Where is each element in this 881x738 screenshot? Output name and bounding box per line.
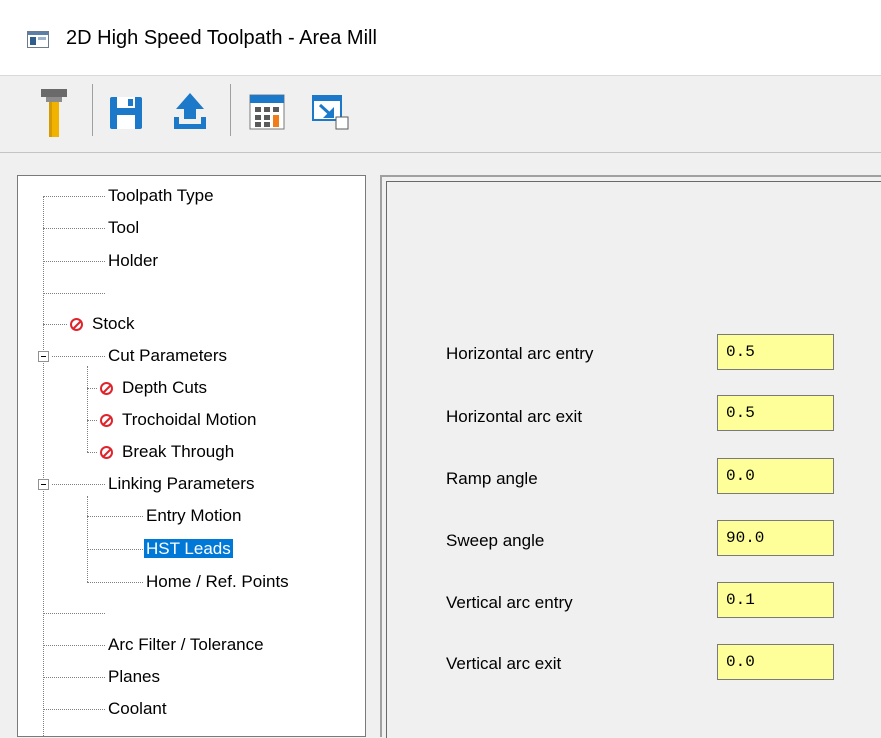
parameter-tree: Toolpath Type Tool Holder Stock Cut Para… xyxy=(17,175,366,737)
tree-line xyxy=(43,261,105,262)
tree-line xyxy=(87,388,97,389)
vertical-arc-exit-label: Vertical arc exit xyxy=(446,654,562,673)
vertical-arc-entry-input[interactable]: 0.1 xyxy=(717,582,834,618)
save-icon[interactable] xyxy=(106,83,146,139)
tree-line xyxy=(87,366,88,452)
tree-item-arc-filter-tolerance[interactable]: Arc Filter / Tolerance xyxy=(106,633,266,657)
horizontal-arc-entry-input[interactable]: 0.5 xyxy=(717,334,834,370)
tree-line xyxy=(52,356,105,357)
ramp-angle-label: Ramp angle xyxy=(446,469,538,488)
window-title: 2D High Speed Toolpath - Area Mill xyxy=(66,27,377,49)
title-bar: 2D High Speed Toolpath - Area Mill xyxy=(0,0,881,76)
toolbar xyxy=(0,76,881,153)
tree-line xyxy=(87,516,143,517)
tree-line xyxy=(87,420,97,421)
tree-item-linking-parameters[interactable]: Linking Parameters xyxy=(106,472,256,496)
toolbar-separator xyxy=(92,84,93,136)
tree-line xyxy=(87,582,143,583)
tree-line xyxy=(43,196,44,736)
tree-line xyxy=(43,324,67,325)
tree-item-home-ref-points[interactable]: Home / Ref. Points xyxy=(144,570,291,594)
tree-line xyxy=(43,293,105,294)
horizontal-arc-exit-input[interactable]: 0.5 xyxy=(717,395,834,431)
error-icon xyxy=(100,382,113,396)
ramp-angle-input[interactable]: 0.0 xyxy=(717,458,834,494)
tree-line xyxy=(87,549,143,550)
tree-line xyxy=(87,452,97,453)
collapse-toggle-icon[interactable] xyxy=(38,479,49,490)
tree-item-holder[interactable]: Holder xyxy=(106,249,160,273)
error-icon xyxy=(100,414,113,428)
tree-line xyxy=(43,645,105,646)
upload-icon[interactable] xyxy=(170,83,210,139)
error-icon xyxy=(70,318,83,332)
tree-item-tool[interactable]: Tool xyxy=(106,216,141,240)
tree-item-entry-motion[interactable]: Entry Motion xyxy=(144,504,243,528)
horizontal-arc-entry-label: Horizontal arc entry xyxy=(446,344,594,363)
sweep-angle-label: Sweep angle xyxy=(446,531,545,550)
sweep-angle-input[interactable]: 90.0 xyxy=(717,520,834,556)
calculator-icon[interactable] xyxy=(247,83,287,139)
horizontal-arc-exit-label: Horizontal arc exit xyxy=(446,407,583,426)
tree-item-depth-cuts[interactable]: Depth Cuts xyxy=(100,376,209,400)
collapse-toggle-icon[interactable] xyxy=(38,351,49,362)
tree-line xyxy=(43,196,105,197)
tree-item-cut-parameters[interactable]: Cut Parameters xyxy=(106,344,229,368)
tree-line xyxy=(43,677,105,678)
tree-item-stock[interactable]: Stock xyxy=(70,312,137,336)
tree-item-toolpath-type[interactable]: Toolpath Type xyxy=(106,184,216,208)
tree-item-hst-leads[interactable]: HST Leads xyxy=(144,537,233,561)
tree-line xyxy=(87,496,88,582)
tree-item-coolant[interactable]: Coolant xyxy=(106,697,169,721)
error-icon xyxy=(100,446,113,460)
minimize-to-graphics-icon[interactable] xyxy=(310,83,350,139)
tree-line xyxy=(43,709,105,710)
app-window-icon xyxy=(27,31,49,48)
vertical-arc-exit-input[interactable]: 0.0 xyxy=(717,644,834,680)
tree-line xyxy=(43,228,105,229)
tree-line xyxy=(52,484,105,485)
tree-line xyxy=(43,613,105,614)
tool-icon[interactable] xyxy=(35,83,75,139)
tree-item-trochoidal-motion[interactable]: Trochoidal Motion xyxy=(100,408,259,432)
toolbar-separator xyxy=(230,84,231,136)
tree-item-planes[interactable]: Planes xyxy=(106,665,162,689)
tree-item-break-through[interactable]: Break Through xyxy=(100,440,236,464)
vertical-arc-entry-label: Vertical arc entry xyxy=(446,593,573,612)
